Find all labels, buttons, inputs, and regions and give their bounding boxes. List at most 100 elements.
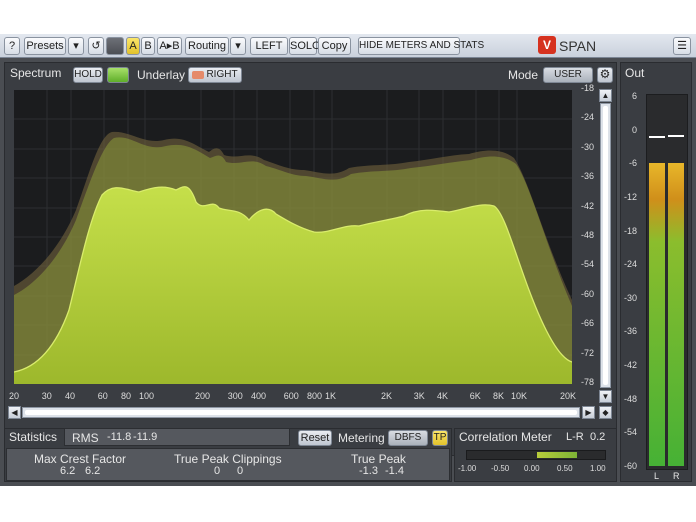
true-peak-toggle[interactable]: TP [432,430,448,446]
underlay-label: Underlay [137,68,186,82]
db-tick-label: -66 [580,318,594,329]
frequency-tick-label: 1K [325,391,337,401]
out-scale-tick-label: 0 [631,124,637,135]
correlation-title: Correlation Meter [459,430,552,444]
settings-gear-icon[interactable]: ⚙ [597,67,613,83]
frequency-tick-label: 40 [64,391,75,401]
scroll-up-arrow-icon[interactable]: ▲ [599,89,612,102]
true-peak-label: True Peak [351,452,406,466]
routing-dropdown-icon[interactable]: ▾ [230,37,246,55]
solo-button[interactable]: SOLO [289,37,321,55]
scroll-right-arrow-icon[interactable]: ▶ [582,406,595,419]
frequency-tick-label: 10K [511,391,528,401]
out-left-label: L [654,471,660,481]
menu-icon[interactable]: ☰ [673,37,691,55]
presets-button[interactable]: Presets [24,37,66,55]
frequency-tick-label: 100 [139,391,155,401]
underlay-right-button[interactable]: RIGHT [188,67,242,83]
toolbar: ? Presets ▾ ↺ A B A▸B Routing ▾ LEFT SOL… [0,34,696,58]
true-peak-right: -1.4 [385,465,404,477]
out-scale-tick-label: 6 [631,91,637,101]
lr-value: 0.2 [590,431,606,443]
out-scale-tick-label: -54 [623,427,637,438]
lr-label: L-R [566,431,584,443]
voxengo-logo-icon: V [538,36,556,54]
left-button[interactable]: LEFT [250,37,288,55]
horizontal-scroll-thumb[interactable] [25,410,577,415]
frequency-tick-label: 20K [560,391,577,401]
rms-label: RMS [72,431,99,445]
correlation-tick-label: -0.50 [491,464,510,473]
correlation-tick-label: 0.50 [557,464,573,473]
out-scale-tick-label: -18 [623,225,637,236]
true-peak-left: -1.3 [359,465,378,477]
app-name: SPAN [559,38,597,54]
frequency-tick-label: 8K [492,391,504,401]
correlation-tick-label: 1.00 [590,464,606,473]
crest-factor-left: 6.2 [60,465,76,477]
out-scale-tick-label: -24 [623,259,637,270]
out-title: Out [625,66,645,80]
metering-label: Metering [338,431,385,445]
horizontal-scrollbar[interactable] [22,407,580,418]
true-peak-clippings-label: True Peak Clippings [174,452,282,466]
reset-button[interactable]: Reset [298,430,332,446]
correlation-tick-label: -1.00 [458,464,477,473]
out-scale-tick-label: -60 [623,461,637,471]
clippings-left: 0 [214,465,221,477]
out-meter-peak-left [649,136,665,138]
out-scale-tick-label: -48 [623,393,637,404]
db-tick-label: -60 [580,288,594,299]
out-scale-tick-label: -42 [623,360,637,371]
zoom-reset-icon[interactable]: ◆ [599,406,612,419]
spectrum-color-swatch[interactable] [107,67,129,83]
frequency-tick-label: 30 [41,391,52,401]
out-meter-bar-right [668,163,684,466]
b-button[interactable]: B [141,37,155,55]
frequency-tick-label: 200 [195,391,211,401]
frequency-tick-label: 20 [9,391,20,401]
db-tick-label: -78 [580,377,594,387]
db-tick-label: -36 [580,171,594,182]
crest-factor-label: Max Crest Factor [34,452,127,466]
copy-button[interactable]: Copy [318,37,351,55]
a-to-b-button[interactable]: A▸B [157,37,182,55]
spectrum-display [14,90,572,384]
db-tick-label: -42 [580,200,594,211]
routing-button[interactable]: Routing [185,37,229,55]
frequency-tick-label: 60 [97,391,108,401]
db-tick-label: -54 [580,259,594,270]
out-scale-tick-label: -36 [623,326,637,337]
scroll-down-arrow-icon[interactable]: ▼ [599,390,612,403]
frequency-tick-label: 400 [250,391,267,401]
out-scale-tick-label: -6 [628,158,637,169]
frequency-tick-label: 4K [436,391,448,401]
mode-select[interactable]: USER [543,67,593,83]
vertical-scrollbar[interactable] [600,103,611,388]
presets-dropdown-icon[interactable]: ▾ [68,37,84,55]
frequency-tick-label: 3K [413,391,425,401]
rms-left-value: -11.8 [107,431,132,443]
hold-button[interactable]: HOLD [73,67,103,83]
correlation-meter-bar [466,450,606,460]
help-button[interactable]: ? [4,37,20,55]
undo-icon[interactable]: ↺ [88,37,104,55]
db-tick-label: -48 [580,230,594,240]
out-meter-peak-right [668,135,684,137]
clippings-right: 0 [237,465,244,477]
out-scale-tick-label: -12 [623,191,637,202]
scroll-left-arrow-icon[interactable]: ◀ [8,406,21,419]
hide-meters-button[interactable]: HIDE METERS AND STATS [358,37,484,55]
metering-select[interactable]: DBFS [388,430,428,446]
rms-right-value: -11.9 [133,431,158,443]
a-button[interactable]: A [126,37,140,55]
correlation-meter-fill [537,452,577,458]
db-tick-label: -30 [580,141,594,152]
db-tick-label: -72 [580,347,594,358]
frequency-tick-label: 300 [227,391,243,401]
frequency-tick-label: 800 [306,391,322,401]
app-logo: V SPAN [538,36,596,56]
dark-toggle-button[interactable] [106,37,124,55]
vertical-scroll-thumb[interactable] [603,106,608,385]
correlation-tick-label: 0.00 [524,464,540,473]
